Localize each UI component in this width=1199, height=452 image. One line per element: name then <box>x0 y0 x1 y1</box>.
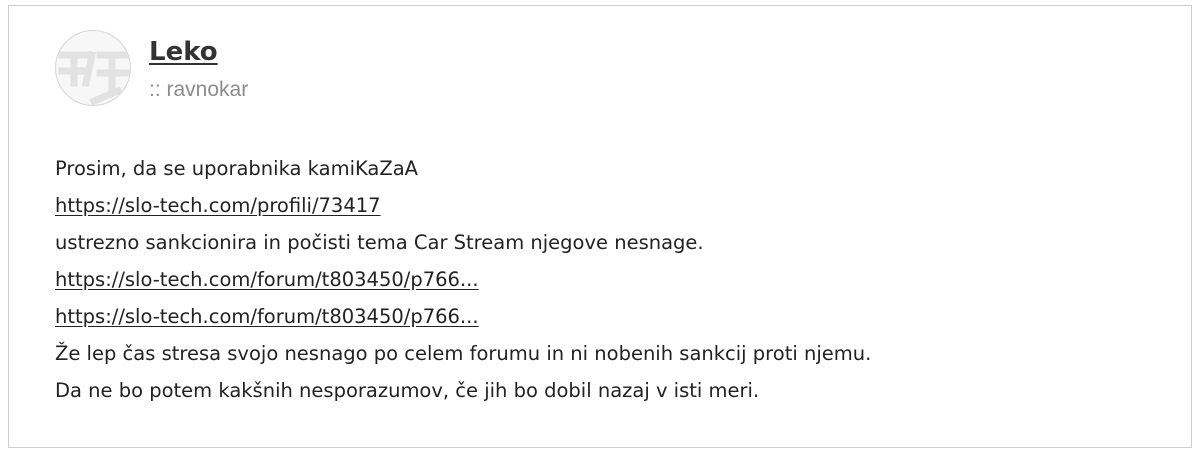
author-name[interactable]: Leko <box>149 36 218 68</box>
post-body: Prosim, da se uporabnika kamiKaZaA https… <box>55 150 1155 409</box>
post-text-line: Da ne bo potem kakšnih nesporazumov, če … <box>55 379 760 402</box>
avatar[interactable] <box>55 30 131 106</box>
forum-link[interactable]: https://slo-tech.com/forum/t803450/p766.… <box>55 268 479 291</box>
post-text-line: Prosim, da se uporabnika kamiKaZaA <box>55 157 419 180</box>
profile-link[interactable]: https://slo-tech.com/profili/73417 <box>55 194 381 217</box>
post-link-line: https://slo-tech.com/forum/t803450/p766.… <box>55 261 1155 298</box>
post-link-line: https://slo-tech.com/forum/t803450/p766.… <box>55 298 1155 335</box>
post-text-line: ustrezno sankcionira in počisti tema Car… <box>55 231 704 254</box>
forum-post: Leko :: ravnokar Prosim, da se uporabnik… <box>8 5 1192 448</box>
author-title: :: ravnokar <box>149 78 249 101</box>
post-text-line: Že lep čas stresa svojo nesnago po celem… <box>55 342 872 365</box>
post-link-line: https://slo-tech.com/profili/73417 <box>55 187 1155 224</box>
default-avatar-icon <box>58 50 130 105</box>
forum-link[interactable]: https://slo-tech.com/forum/t803450/p766.… <box>55 305 479 328</box>
